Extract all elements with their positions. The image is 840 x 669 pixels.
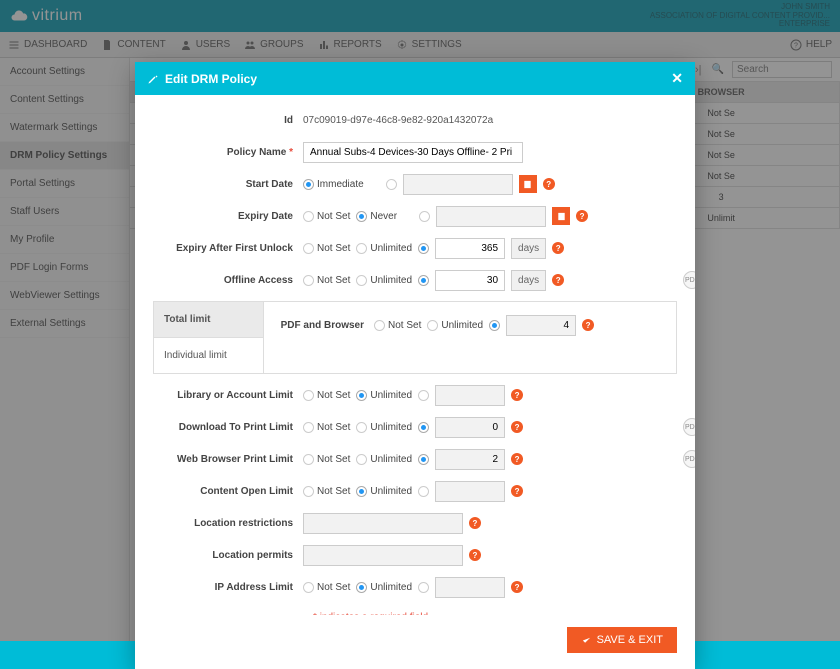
lib-value-radio[interactable] (418, 390, 429, 401)
dl-limit-input[interactable] (435, 417, 505, 438)
label-lib-limit: Library or Account Limit (153, 390, 303, 401)
ip-value-radio[interactable] (418, 582, 429, 593)
offline-value-radio[interactable] (418, 275, 429, 286)
label-id: Id (153, 115, 303, 126)
help-icon[interactable]: ? (511, 453, 523, 465)
limit-box: Total limit Individual limit PDF and Bro… (153, 301, 677, 374)
days-unit: days (511, 270, 546, 291)
label-start-date: Start Date (153, 179, 303, 190)
pb-notset-radio[interactable]: Not Set (374, 320, 421, 331)
modal-header: Edit DRM Policy ✕ (135, 62, 695, 95)
eafu-value-radio[interactable] (418, 243, 429, 254)
open-limit-input[interactable] (435, 481, 505, 502)
label-expiry-date: Expiry Date (153, 211, 303, 222)
lib-unlimited-radio[interactable]: Unlimited (356, 390, 412, 401)
check-icon (581, 635, 592, 646)
help-icon[interactable]: ? (552, 242, 564, 254)
pdf-badge: PDF (683, 271, 695, 289)
help-icon[interactable]: ? (511, 485, 523, 497)
label-offline: Offline Access (153, 275, 303, 286)
modal-title: Edit DRM Policy (165, 72, 257, 86)
ip-unlimited-radio[interactable]: Unlimited (356, 582, 412, 593)
expiry-never-radio[interactable]: Never (356, 211, 397, 222)
help-icon[interactable]: ? (552, 274, 564, 286)
offline-days-input[interactable] (435, 270, 505, 291)
help-icon[interactable]: ? (469, 549, 481, 561)
ip-notset-radio[interactable]: Not Set (303, 582, 350, 593)
wp-value-radio[interactable] (418, 454, 429, 465)
help-icon[interactable]: ? (511, 421, 523, 433)
save-exit-button[interactable]: SAVE & EXIT (567, 627, 677, 653)
pb-limit-input[interactable] (506, 315, 576, 336)
pdf-badge: PDF (683, 418, 695, 436)
dl-unlimited-radio[interactable]: Unlimited (356, 422, 412, 433)
label-loc-permits: Location permits (153, 550, 303, 561)
label-web-print: Web Browser Print Limit (153, 454, 303, 465)
eafu-notset-radio[interactable]: Not Set (303, 243, 350, 254)
expiry-notset-radio[interactable]: Not Set (303, 211, 350, 222)
eafu-days-input[interactable] (435, 238, 505, 259)
edit-drm-modal: Edit DRM Policy ✕ Id 07c09019-d97e-46c8-… (135, 62, 695, 669)
lib-limit-input[interactable] (435, 385, 505, 406)
label-open-limit: Content Open Limit (153, 486, 303, 497)
pdf-badge: PDF (683, 450, 695, 468)
help-icon[interactable]: ? (576, 210, 588, 222)
pencil-icon (147, 73, 159, 85)
offline-notset-radio[interactable]: Not Set (303, 275, 350, 286)
modal-body: Id 07c09019-d97e-46c8-9e82-920a1432072a … (135, 95, 695, 615)
dl-value-radio[interactable] (418, 422, 429, 433)
start-date-input[interactable] (403, 174, 513, 195)
tab-individual-limit[interactable]: Individual limit (154, 337, 264, 373)
open-value-radio[interactable] (418, 486, 429, 497)
lib-notset-radio[interactable]: Not Set (303, 390, 350, 401)
required-note: * indicates a required field (153, 608, 677, 615)
wp-unlimited-radio[interactable]: Unlimited (356, 454, 412, 465)
calendar-icon[interactable] (552, 207, 570, 225)
expiry-date-radio[interactable] (419, 211, 430, 222)
expiry-date-input[interactable] (436, 206, 546, 227)
dl-notset-radio[interactable]: Not Set (303, 422, 350, 433)
ip-limit-input[interactable] (435, 577, 505, 598)
calendar-icon[interactable] (519, 175, 537, 193)
modal-footer: SAVE & EXIT (135, 615, 695, 669)
offline-unlimited-radio[interactable]: Unlimited (356, 275, 412, 286)
label-loc-restrict: Location restrictions (153, 518, 303, 529)
label-expiry-after: Expiry After First Unlock (153, 243, 303, 254)
eafu-unlimited-radio[interactable]: Unlimited (356, 243, 412, 254)
start-immediate-radio[interactable]: Immediate (303, 179, 364, 190)
wp-limit-input[interactable] (435, 449, 505, 470)
id-value: 07c09019-d97e-46c8-9e82-920a1432072a (303, 115, 493, 126)
open-unlimited-radio[interactable]: Unlimited (356, 486, 412, 497)
help-icon[interactable]: ? (511, 581, 523, 593)
close-icon[interactable]: ✕ (671, 70, 683, 87)
label-ip-limit: IP Address Limit (153, 582, 303, 593)
loc-restrict-input[interactable] (303, 513, 463, 534)
label-pdf-browser: PDF and Browser (274, 320, 374, 331)
open-notset-radio[interactable]: Not Set (303, 486, 350, 497)
start-date-radio[interactable] (386, 179, 397, 190)
label-policy-name: Policy Name * (153, 147, 303, 158)
label-dl-print: Download To Print Limit (153, 422, 303, 433)
loc-permits-input[interactable] (303, 545, 463, 566)
tab-total-limit[interactable]: Total limit (154, 302, 264, 337)
help-icon[interactable]: ? (543, 178, 555, 190)
policy-name-input[interactable] (303, 142, 523, 163)
pb-value-radio[interactable] (489, 320, 500, 331)
help-icon[interactable]: ? (511, 389, 523, 401)
help-icon[interactable]: ? (582, 319, 594, 331)
pb-unlimited-radio[interactable]: Unlimited (427, 320, 483, 331)
wp-notset-radio[interactable]: Not Set (303, 454, 350, 465)
help-icon[interactable]: ? (469, 517, 481, 529)
days-unit: days (511, 238, 546, 259)
